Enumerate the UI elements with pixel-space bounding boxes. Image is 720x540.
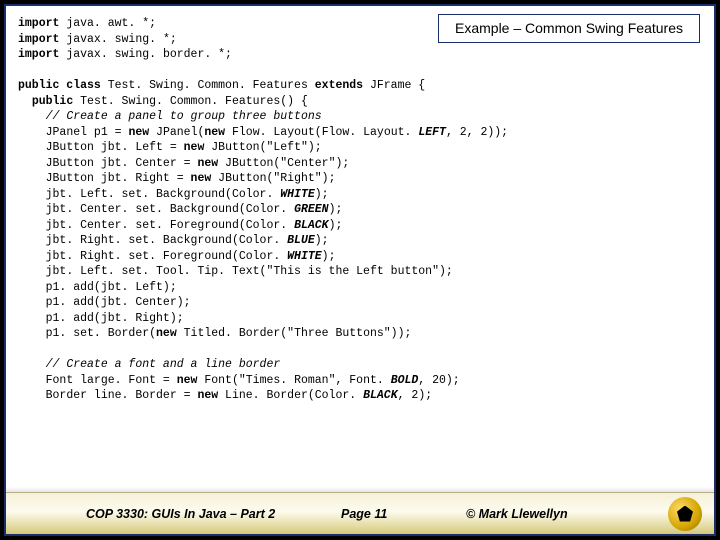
code-text: Border line. Border = [46,389,198,402]
kw-extends: extends [315,79,363,92]
code-text: , 20); [418,374,459,387]
kw-new: new [156,327,177,340]
code-text: java. awt. *; [59,17,156,30]
kw-new: new [128,126,149,139]
const-green: GREEN [294,203,329,216]
footer-course: COP 3330: GUIs In Java – Part 2 [86,507,275,521]
code-text: ); [322,250,336,263]
const-bold: BOLD [391,374,419,387]
footer-author: © Mark Llewellyn [466,507,568,521]
code-text: p1. set. Border( [46,327,156,340]
kw-import: import [18,33,59,46]
code-text: ); [315,188,329,201]
code-text: JPanel( [149,126,204,139]
kw-public-class: public class [18,79,101,92]
code-text: javax. swing. *; [59,33,176,46]
comment: // Create a font and a line border [46,358,281,371]
kw-new: new [197,157,218,170]
code-text: p1. add(jbt. Right); [46,312,184,325]
code-text: JButton("Right"); [211,172,335,185]
kw-new: new [177,374,198,387]
kw-import: import [18,48,59,61]
code-text: , 2, 2)); [446,126,508,139]
kw-new: new [204,126,225,139]
code-text: JFrame { [363,79,425,92]
ucf-logo-icon [668,497,702,531]
code-text: Flow. Layout(Flow. Layout. [225,126,418,139]
code-text: Font("Times. Roman", Font. [197,374,390,387]
code-text: p1. add(jbt. Left); [46,281,177,294]
code-text: javax. swing. border. *; [59,48,232,61]
example-title: Example – Common Swing Features [438,14,700,43]
code-text: JButton jbt. Center = [46,157,198,170]
kw-new: new [184,141,205,154]
const-left: LEFT [418,126,446,139]
slide: Example – Common Swing Features import j… [4,4,716,536]
footer: COP 3330: GUIs In Java – Part 2 Page 11 … [6,492,714,534]
kw-public: public [32,95,73,108]
kw-new: new [197,389,218,402]
code-text: jbt. Right. set. Foreground(Color. [46,250,288,263]
code-text: jbt. Left. set. Tool. Tip. Text("This is… [46,265,453,278]
code-text: JButton jbt. Right = [46,172,191,185]
kw-new: new [191,172,212,185]
code-text: jbt. Left. set. Background(Color. [46,188,281,201]
const-black: BLACK [294,219,329,232]
code-text: Test. Swing. Common. Features() { [73,95,308,108]
code-text: JButton("Center"); [218,157,349,170]
comment: // Create a panel to group three buttons [46,110,322,123]
code-text: p1. add(jbt. Center); [46,296,191,309]
code-text: ); [329,203,343,216]
footer-page: Page 11 [341,507,387,521]
code-text: ); [329,219,343,232]
code-text: jbt. Right. set. Background(Color. [46,234,288,247]
pegasus-icon [677,506,693,522]
code-text: Test. Swing. Common. Features [101,79,315,92]
code-text: JButton("Left"); [204,141,321,154]
code-block: import java. awt. *; import javax. swing… [18,16,702,404]
const-white: WHITE [287,250,322,263]
code-text: JButton jbt. Left = [46,141,184,154]
kw-import: import [18,17,59,30]
code-text: ); [315,234,329,247]
code-text: , 2); [398,389,433,402]
const-white: WHITE [280,188,315,201]
code-text: jbt. Center. set. Background(Color. [46,203,294,216]
code-text: Font large. Font = [46,374,177,387]
code-text: jbt. Center. set. Foreground(Color. [46,219,294,232]
code-text: Titled. Border("Three Buttons")); [177,327,412,340]
const-blue: BLUE [287,234,315,247]
content-area: Example – Common Swing Features import j… [6,6,714,492]
const-black: BLACK [363,389,398,402]
code-text: JPanel p1 = [46,126,129,139]
code-text: Line. Border(Color. [218,389,363,402]
